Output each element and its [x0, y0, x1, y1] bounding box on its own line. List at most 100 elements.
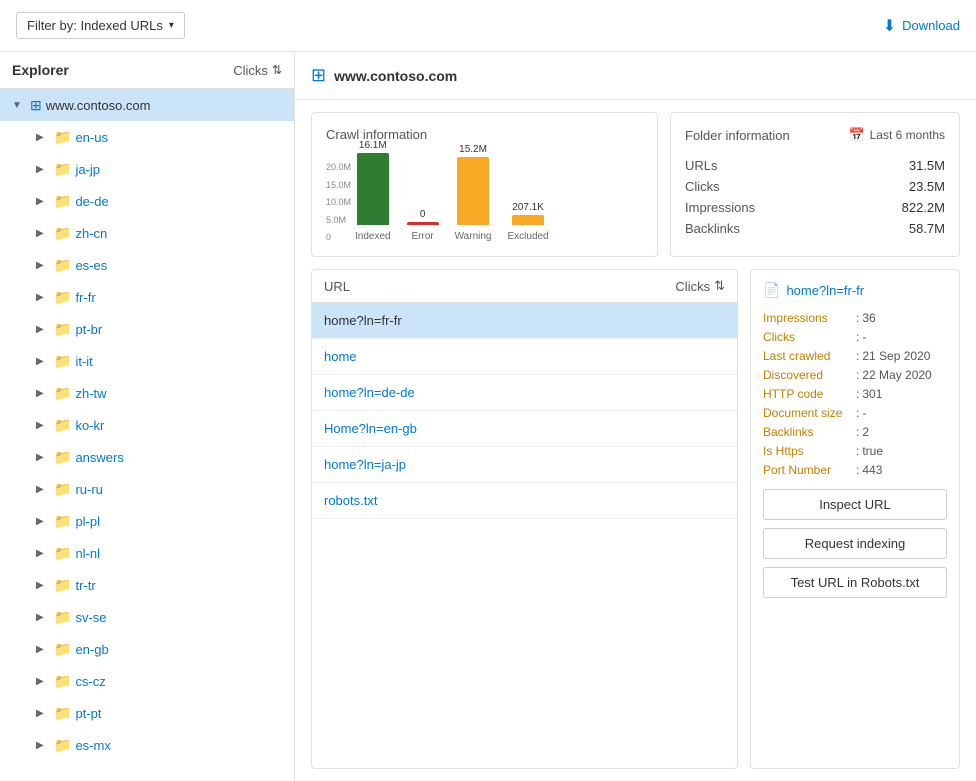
folder-icon: 📁	[54, 545, 71, 562]
expand-icon: ▶	[36, 548, 50, 559]
sort-icon: ⇅	[272, 63, 282, 77]
url-table-header: URL Clicks ⇅	[312, 270, 737, 303]
grid-icon: ⊞	[311, 65, 326, 86]
sidebar-clicks-sort[interactable]: Clicks ⇅	[233, 63, 282, 78]
calendar-icon: 📅	[848, 127, 864, 143]
bar-rect	[407, 222, 439, 225]
bar-value: 0	[420, 209, 426, 220]
detail-key-impressions: Impressions	[763, 311, 853, 325]
detail-key-docsize: Document size	[763, 406, 853, 420]
expand-icon: ▶	[36, 612, 50, 623]
tree-item-root[interactable]: ▼ ⊞ www.contoso.com	[0, 89, 294, 121]
detail-discovered-row: Discovered : 22 May 2020	[763, 368, 947, 382]
detail-key-backlinks: Backlinks	[763, 425, 853, 439]
sidebar-explorer-label: Explorer	[12, 62, 69, 78]
tree-item-pt-br[interactable]: ▶ 📁 pt-br	[0, 313, 294, 345]
detail-val-httpcode: 301	[862, 387, 882, 401]
inspect-url-button[interactable]: Inspect URL	[763, 489, 947, 520]
download-button[interactable]: ⬇ Download	[883, 16, 960, 36]
clicks-label: Clicks	[675, 279, 710, 294]
tree-item-tr-tr[interactable]: ▶ 📁 tr-tr	[0, 569, 294, 601]
tree-item-es-mx[interactable]: ▶ 📁 es-mx	[0, 729, 294, 761]
clicks-sort-icon[interactable]: ⇅	[714, 278, 725, 294]
stat-key-urls: URLs	[685, 155, 846, 176]
folder-icon: 📁	[54, 289, 71, 306]
tree-item-cs-cz[interactable]: ▶ 📁 cs-cz	[0, 665, 294, 697]
tree-item-ja-jp[interactable]: ▶ 📁 ja-jp	[0, 153, 294, 185]
tree-item-de-de[interactable]: ▶ 📁 de-de	[0, 185, 294, 217]
folder-icon: 📁	[54, 385, 71, 402]
tree-item-pl-pl[interactable]: ▶ 📁 pl-pl	[0, 505, 294, 537]
content-area: ⊞ www.contoso.com Crawl information 20.0…	[295, 52, 976, 781]
stat-val-urls: 31.5M	[846, 155, 945, 176]
detail-lastcrawled-row: Last crawled : 21 Sep 2020	[763, 349, 947, 363]
folder-icon: 📁	[54, 577, 71, 594]
tree-container[interactable]: ▼ ⊞ www.contoso.com ▶ 📁 en-us ▶ 📁 ja-jp …	[0, 89, 294, 781]
col-url-label: URL	[324, 279, 350, 294]
y-axis: 20.0M 15.0M 10.0M 5.0M 0	[326, 162, 351, 242]
detail-panel: 📄 home?ln=fr-fr Impressions : 36 Clicks …	[750, 269, 960, 769]
tree-item-en-gb[interactable]: ▶ 📁 en-gb	[0, 633, 294, 665]
folder-icon: 📁	[54, 481, 71, 498]
tree-item-it-it[interactable]: ▶ 📁 it-it	[0, 345, 294, 377]
y-label: 5.0M	[326, 215, 351, 225]
folder-card-title: Folder information	[685, 128, 790, 143]
item-label: zh-cn	[75, 226, 107, 241]
stat-val-backlinks: 58.7M	[846, 218, 945, 239]
tree-item-en-us[interactable]: ▶ 📁 en-us	[0, 121, 294, 153]
tree-item-ru-ru[interactable]: ▶ 📁 ru-ru	[0, 473, 294, 505]
expand-icon: ▶	[36, 676, 50, 687]
tree-item-fr-fr[interactable]: ▶ 📁 fr-fr	[0, 281, 294, 313]
y-label: 10.0M	[326, 197, 351, 207]
detail-val-impressions: 36	[862, 311, 875, 325]
bar-label: Warning	[455, 231, 492, 242]
url-list: home?ln=fr-fr home home?ln=de-de Home?ln…	[312, 303, 737, 768]
detail-val-lastcrawled: 21 Sep 2020	[862, 349, 930, 363]
tree-item-sv-se[interactable]: ▶ 📁 sv-se	[0, 601, 294, 633]
chevron-down-icon: ▾	[169, 20, 174, 31]
expand-icon: ▶	[36, 196, 50, 207]
item-label: es-mx	[75, 738, 110, 753]
expand-icon: ▶	[36, 452, 50, 463]
url-row[interactable]: Home?ln=en-gb	[312, 411, 737, 447]
chart-area: 20.0M 15.0M 10.0M 5.0M 0 16.1M Indexed	[326, 152, 643, 242]
tree-item-zh-cn[interactable]: ▶ 📁 zh-cn	[0, 217, 294, 249]
url-row[interactable]: home	[312, 339, 737, 375]
bar-label: Excluded	[507, 231, 548, 242]
detail-httpcode-row: HTTP code : 301	[763, 387, 947, 401]
request-indexing-button[interactable]: Request indexing	[763, 528, 947, 559]
tree-item-es-es[interactable]: ▶ 📁 es-es	[0, 249, 294, 281]
tree-item-pt-pt[interactable]: ▶ 📁 pt-pt	[0, 697, 294, 729]
tree-item-ko-kr[interactable]: ▶ 📁 ko-kr	[0, 409, 294, 441]
detail-portnumber-row: Port Number : 443	[763, 463, 947, 477]
url-row[interactable]: home?ln=ja-jp	[312, 447, 737, 483]
detail-ishttps-row: Is Https : true	[763, 444, 947, 458]
folder-icon: 📁	[54, 257, 71, 274]
stat-row-urls: URLs 31.5M	[685, 155, 945, 176]
bar-value: 15.2M	[459, 144, 487, 155]
url-table: URL Clicks ⇅ home?ln=fr-fr home home?ln=…	[311, 269, 738, 769]
detail-impressions-row: Impressions : 36	[763, 311, 947, 325]
stat-val-clicks: 23.5M	[846, 176, 945, 197]
tree-item-zh-tw[interactable]: ▶ 📁 zh-tw	[0, 377, 294, 409]
item-label: en-us	[75, 130, 108, 145]
stat-row-backlinks: Backlinks 58.7M	[685, 218, 945, 239]
tree-item-answers[interactable]: ▶ 📁 answers	[0, 441, 294, 473]
folder-icon: 📁	[54, 321, 71, 338]
stat-row-impressions: Impressions 822.2M	[685, 197, 945, 218]
url-row[interactable]: home?ln=fr-fr	[312, 303, 737, 339]
url-row[interactable]: robots.txt	[312, 483, 737, 519]
folder-icon: 📁	[54, 129, 71, 146]
item-label: ru-ru	[75, 482, 102, 497]
expand-icon: ▶	[36, 388, 50, 399]
date-range-label: Last 6 months	[870, 128, 945, 142]
bar-value: 207.1K	[512, 202, 544, 213]
detail-key-lastcrawled: Last crawled	[763, 349, 853, 363]
expand-icon: ▶	[36, 132, 50, 143]
y-label: 0	[326, 232, 351, 242]
tree-item-nl-nl[interactable]: ▶ 📁 nl-nl	[0, 537, 294, 569]
detail-url-name: home?ln=fr-fr	[786, 283, 864, 298]
filter-dropdown[interactable]: Filter by: Indexed URLs ▾	[16, 12, 185, 39]
test-robots-button[interactable]: Test URL in Robots.txt	[763, 567, 947, 598]
url-row[interactable]: home?ln=de-de	[312, 375, 737, 411]
